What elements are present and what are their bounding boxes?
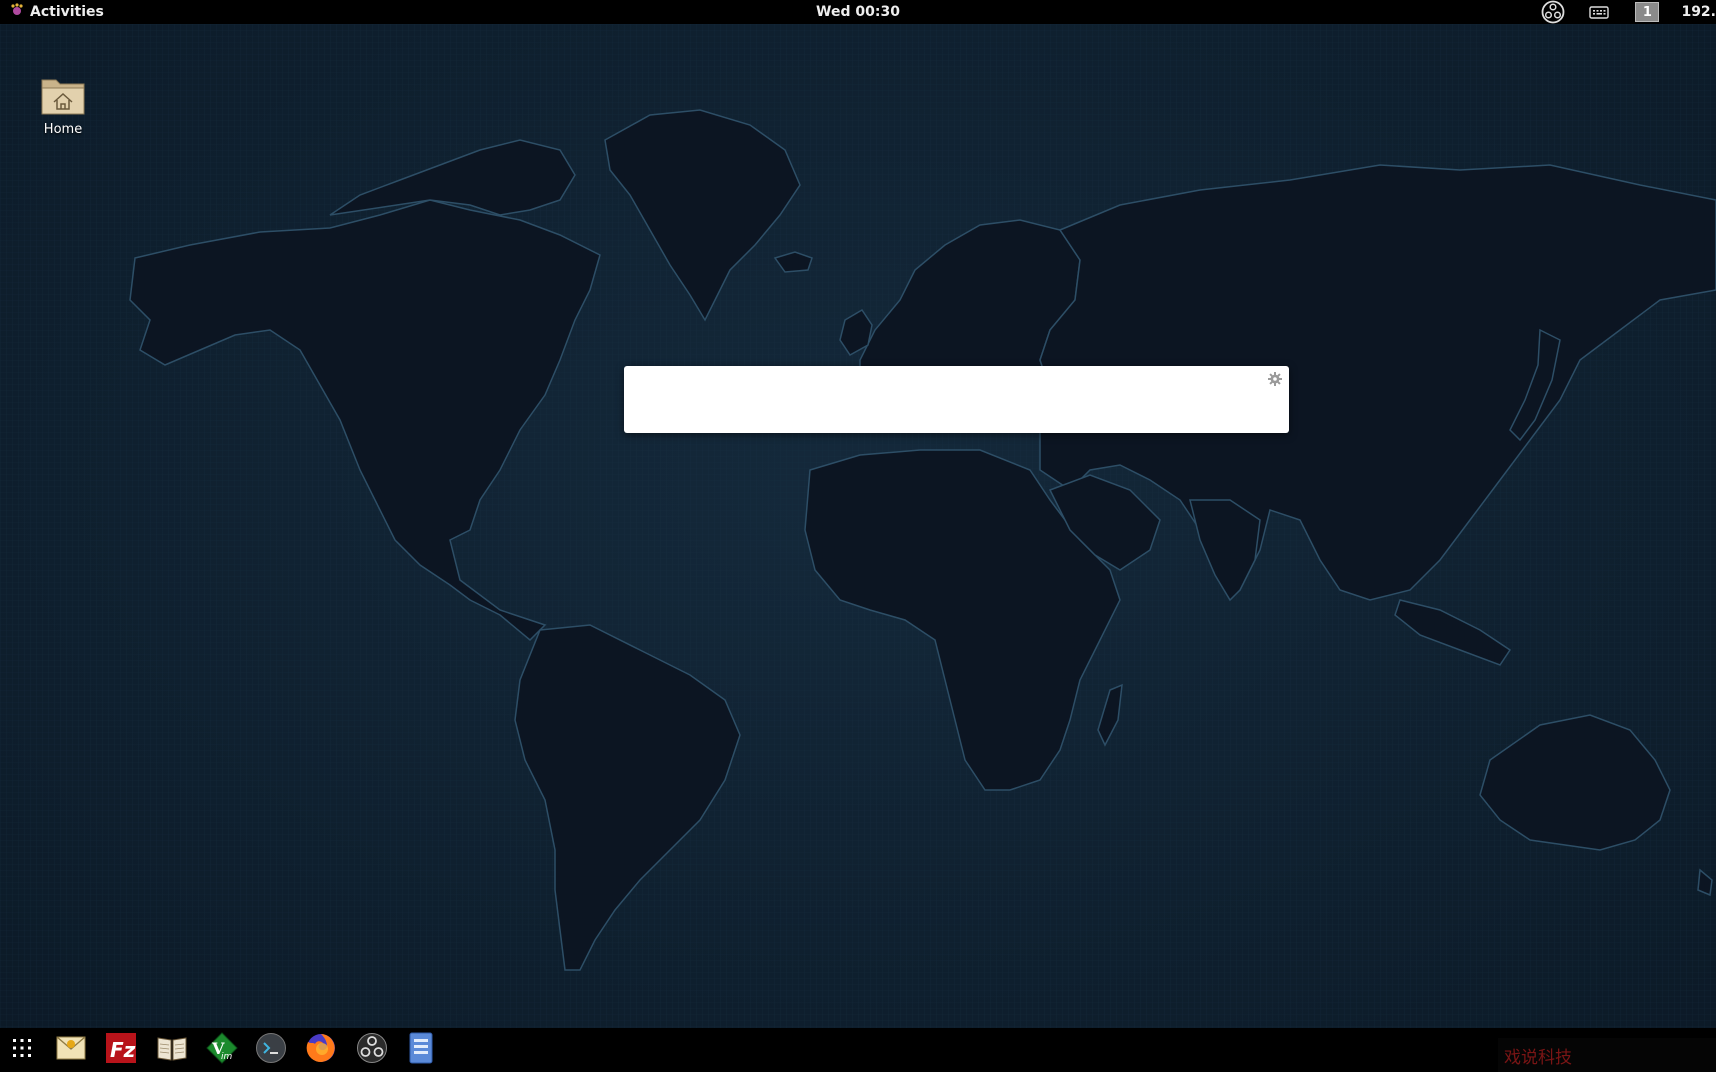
file-manager-launcher[interactable] [404,1032,438,1068]
workspace-indicator[interactable]: 1 [1635,2,1660,22]
terminal-icon [255,1032,287,1068]
activities-button[interactable]: Activities [10,0,104,24]
book-icon [156,1034,188,1066]
mail-client-launcher[interactable] [54,1033,88,1067]
blank-dialog [624,366,1289,433]
workspace-number: 1 [1635,2,1660,22]
firefox-launcher[interactable] [304,1033,338,1067]
mail-icon [55,1033,87,1067]
gvim-launcher[interactable]: V im [205,1032,239,1068]
home-desktop-icon[interactable]: Home [34,74,92,137]
system-tray: 1 192. [1519,0,1716,24]
dictionary-launcher[interactable] [155,1033,189,1067]
files-icon [407,1032,435,1068]
firefox-icon [305,1032,337,1068]
filezilla-icon: Fz [105,1032,137,1068]
show-applications-button[interactable] [5,1033,39,1067]
grid-icon [10,1036,34,1064]
vim-icon: V im [206,1032,238,1068]
dock: Fz V im [0,1028,1716,1072]
svg-text:Fz: Fz [110,1038,136,1062]
gear-icon[interactable] [1267,371,1283,391]
top-bar: Activities Wed 00:30 1 192. [0,0,1716,24]
desktop-wallpaper [0,0,1716,1072]
clock-area: Wed 00:30 [0,0,1716,24]
watermark-text: 戏说科技 [1498,1038,1716,1072]
obs-tray-icon[interactable] [1541,0,1565,24]
gnome-foot-icon [10,3,24,21]
ip-address-indicator[interactable]: 192. [1681,4,1716,20]
filezilla-launcher[interactable]: Fz [104,1033,138,1067]
activities-label: Activities [30,4,104,20]
keyboard-icon[interactable] [1589,4,1610,20]
clock-button[interactable]: Wed 00:30 [816,4,900,20]
obs-icon [356,1032,388,1068]
home-icon-label: Home [43,122,83,137]
obs-launcher[interactable] [355,1033,389,1067]
terminal-launcher[interactable] [254,1033,288,1067]
svg-text:im: im [221,1052,233,1062]
home-folder-icon [40,79,86,120]
